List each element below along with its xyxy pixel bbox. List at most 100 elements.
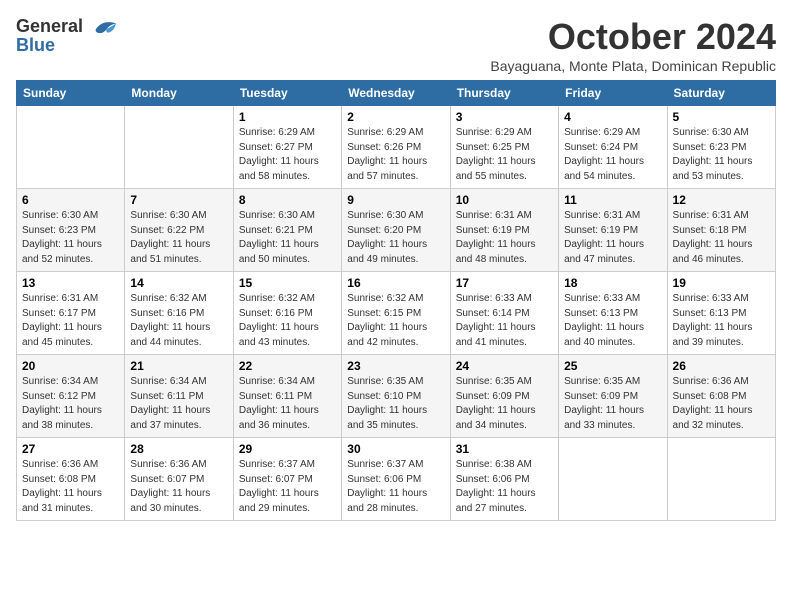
- day-info: Sunrise: 6:30 AMSunset: 6:21 PMDaylight:…: [239, 209, 336, 267]
- day-number: 1: [239, 110, 336, 124]
- calendar-cell: 29 Sunrise: 6:37 AMSunset: 6:07 PMDayligh…: [233, 438, 341, 521]
- calendar-cell: 21Sunrise: 6:34 AMSunset: 6:11 PMDayligh…: [125, 355, 233, 438]
- day-number: 30: [347, 442, 444, 456]
- day-info: Sunrise: 6:30 AMSunset: 6:23 PMDaylight:…: [673, 126, 770, 184]
- calendar-cell: [559, 438, 667, 521]
- calendar-cell: 27 Sunrise: 6:36 AMSunset: 6:08 PMDayligh…: [17, 438, 125, 521]
- calendar-cell: 9 Sunrise: 6:30 AMSunset: 6:20 PMDaylight…: [342, 189, 450, 272]
- day-info: Sunrise: 6:31 AMSunset: 6:19 PMDaylight:…: [456, 209, 553, 267]
- calendar-cell: 14 Sunrise: 6:32 AMSunset: 6:16 PMDayligh…: [125, 272, 233, 355]
- calendar-cell: [125, 106, 233, 189]
- calendar-cell: 30 Sunrise: 6:37 AMSunset: 6:06 PMDayligh…: [342, 438, 450, 521]
- day-info: Sunrise: 6:29 AMSunset: 6:24 PMDaylight:…: [564, 126, 661, 184]
- day-number: 27: [22, 442, 119, 456]
- calendar-cell: 20Sunrise: 6:34 AMSunset: 6:12 PMDayligh…: [17, 355, 125, 438]
- day-info: Sunrise: 6:30 AMSunset: 6:23 PMDaylight:…: [22, 209, 119, 267]
- day-number: 10: [456, 193, 553, 207]
- day-number: 6: [22, 193, 119, 207]
- calendar-cell: 1 Sunrise: 6:29 AMSunset: 6:27 PMDaylight…: [233, 106, 341, 189]
- day-info: Sunrise: 6:34 AMSunset: 6:11 PMDaylight:…: [239, 375, 336, 433]
- day-info: Sunrise: 6:37 AMSunset: 6:07 PMDaylight:…: [239, 458, 336, 516]
- calendar-cell: 22 Sunrise: 6:34 AMSunset: 6:11 PMDayligh…: [233, 355, 341, 438]
- logo: General Blue: [16, 16, 118, 56]
- calendar-cell: 8Sunrise: 6:30 AMSunset: 6:21 PMDaylight…: [233, 189, 341, 272]
- day-info: Sunrise: 6:34 AMSunset: 6:11 PMDaylight:…: [130, 375, 227, 433]
- day-number: 31: [456, 442, 553, 456]
- calendar-week-row: 13Sunrise: 6:31 AMSunset: 6:17 PMDayligh…: [17, 272, 776, 355]
- calendar-cell: 17Sunrise: 6:33 AMSunset: 6:14 PMDayligh…: [450, 272, 558, 355]
- day-info: Sunrise: 6:32 AMSunset: 6:15 PMDaylight:…: [347, 292, 444, 350]
- calendar-cell: 23 Sunrise: 6:35 AMSunset: 6:10 PMDayligh…: [342, 355, 450, 438]
- calendar-header-thursday: Thursday: [450, 81, 558, 106]
- calendar-week-row: 20Sunrise: 6:34 AMSunset: 6:12 PMDayligh…: [17, 355, 776, 438]
- day-number: 15: [239, 276, 336, 290]
- calendar-header-row: SundayMondayTuesdayWednesdayThursdayFrid…: [17, 81, 776, 106]
- calendar-cell: 12 Sunrise: 6:31 AMSunset: 6:18 PMDayligh…: [667, 189, 775, 272]
- day-number: 7: [130, 193, 227, 207]
- day-info: Sunrise: 6:38 AMSunset: 6:06 PMDaylight:…: [456, 458, 553, 516]
- calendar-cell: 11 Sunrise: 6:31 AMSunset: 6:19 PMDayligh…: [559, 189, 667, 272]
- day-info: Sunrise: 6:31 AMSunset: 6:19 PMDaylight:…: [564, 209, 661, 267]
- day-info: Sunrise: 6:29 AMSunset: 6:25 PMDaylight:…: [456, 126, 553, 184]
- logo-blue: Blue: [16, 35, 55, 56]
- day-info: Sunrise: 6:37 AMSunset: 6:06 PMDaylight:…: [347, 458, 444, 516]
- calendar-week-row: 27 Sunrise: 6:36 AMSunset: 6:08 PMDayligh…: [17, 438, 776, 521]
- calendar-cell: 26 Sunrise: 6:36 AMSunset: 6:08 PMDayligh…: [667, 355, 775, 438]
- day-number: 14: [130, 276, 227, 290]
- day-info: Sunrise: 6:31 AMSunset: 6:18 PMDaylight:…: [673, 209, 770, 267]
- calendar-header-wednesday: Wednesday: [342, 81, 450, 106]
- day-number: 9: [347, 193, 444, 207]
- title-section: October 2024 Bayaguana, Monte Plata, Dom…: [490, 16, 776, 74]
- calendar-header-tuesday: Tuesday: [233, 81, 341, 106]
- day-info: Sunrise: 6:29 AMSunset: 6:26 PMDaylight:…: [347, 126, 444, 184]
- day-number: 11: [564, 193, 661, 207]
- day-number: 12: [673, 193, 770, 207]
- day-number: 3: [456, 110, 553, 124]
- day-info: Sunrise: 6:30 AMSunset: 6:20 PMDaylight:…: [347, 209, 444, 267]
- logo-general: General: [16, 16, 83, 36]
- day-info: Sunrise: 6:33 AMSunset: 6:13 PMDaylight:…: [564, 292, 661, 350]
- calendar-header-friday: Friday: [559, 81, 667, 106]
- day-info: Sunrise: 6:32 AMSunset: 6:16 PMDaylight:…: [239, 292, 336, 350]
- calendar-cell: 19 Sunrise: 6:33 AMSunset: 6:13 PMDayligh…: [667, 272, 775, 355]
- day-number: 19: [673, 276, 770, 290]
- calendar-cell: 28Sunrise: 6:36 AMSunset: 6:07 PMDayligh…: [125, 438, 233, 521]
- page-header: General Blue October 2024 Bayaguana, Mon…: [16, 16, 776, 74]
- calendar-cell: 10 Sunrise: 6:31 AMSunset: 6:19 PMDayligh…: [450, 189, 558, 272]
- calendar-cell: 31 Sunrise: 6:38 AMSunset: 6:06 PMDayligh…: [450, 438, 558, 521]
- calendar-header-monday: Monday: [125, 81, 233, 106]
- calendar-cell: 7 Sunrise: 6:30 AMSunset: 6:22 PMDaylight…: [125, 189, 233, 272]
- calendar-cell: 5 Sunrise: 6:30 AMSunset: 6:23 PMDaylight…: [667, 106, 775, 189]
- day-number: 29: [239, 442, 336, 456]
- day-info: Sunrise: 6:31 AMSunset: 6:17 PMDaylight:…: [22, 292, 119, 350]
- day-number: 4: [564, 110, 661, 124]
- day-number: 16: [347, 276, 444, 290]
- calendar-table: SundayMondayTuesdayWednesdayThursdayFrid…: [16, 80, 776, 521]
- day-info: Sunrise: 6:29 AMSunset: 6:27 PMDaylight:…: [239, 126, 336, 184]
- day-info: Sunrise: 6:35 AMSunset: 6:10 PMDaylight:…: [347, 375, 444, 433]
- day-info: Sunrise: 6:32 AMSunset: 6:16 PMDaylight:…: [130, 292, 227, 350]
- calendar-week-row: 6 Sunrise: 6:30 AMSunset: 6:23 PMDaylight…: [17, 189, 776, 272]
- day-number: 23: [347, 359, 444, 373]
- calendar-cell: 15 Sunrise: 6:32 AMSunset: 6:16 PMDayligh…: [233, 272, 341, 355]
- day-info: Sunrise: 6:33 AMSunset: 6:13 PMDaylight:…: [673, 292, 770, 350]
- calendar-cell: 6 Sunrise: 6:30 AMSunset: 6:23 PMDaylight…: [17, 189, 125, 272]
- logo-bird-icon: [90, 17, 118, 39]
- day-number: 26: [673, 359, 770, 373]
- day-number: 5: [673, 110, 770, 124]
- calendar-week-row: 1 Sunrise: 6:29 AMSunset: 6:27 PMDaylight…: [17, 106, 776, 189]
- day-number: 18: [564, 276, 661, 290]
- calendar-cell: 24Sunrise: 6:35 AMSunset: 6:09 PMDayligh…: [450, 355, 558, 438]
- day-info: Sunrise: 6:35 AMSunset: 6:09 PMDaylight:…: [456, 375, 553, 433]
- day-info: Sunrise: 6:36 AMSunset: 6:08 PMDaylight:…: [22, 458, 119, 516]
- day-info: Sunrise: 6:33 AMSunset: 6:14 PMDaylight:…: [456, 292, 553, 350]
- calendar-body: 1 Sunrise: 6:29 AMSunset: 6:27 PMDaylight…: [17, 106, 776, 521]
- calendar-cell: 25Sunrise: 6:35 AMSunset: 6:09 PMDayligh…: [559, 355, 667, 438]
- day-info: Sunrise: 6:36 AMSunset: 6:08 PMDaylight:…: [673, 375, 770, 433]
- day-info: Sunrise: 6:30 AMSunset: 6:22 PMDaylight:…: [130, 209, 227, 267]
- calendar-cell: [17, 106, 125, 189]
- day-number: 20: [22, 359, 119, 373]
- day-number: 22: [239, 359, 336, 373]
- location-subtitle: Bayaguana, Monte Plata, Dominican Republ…: [490, 58, 776, 74]
- calendar-cell: 16 Sunrise: 6:32 AMSunset: 6:15 PMDayligh…: [342, 272, 450, 355]
